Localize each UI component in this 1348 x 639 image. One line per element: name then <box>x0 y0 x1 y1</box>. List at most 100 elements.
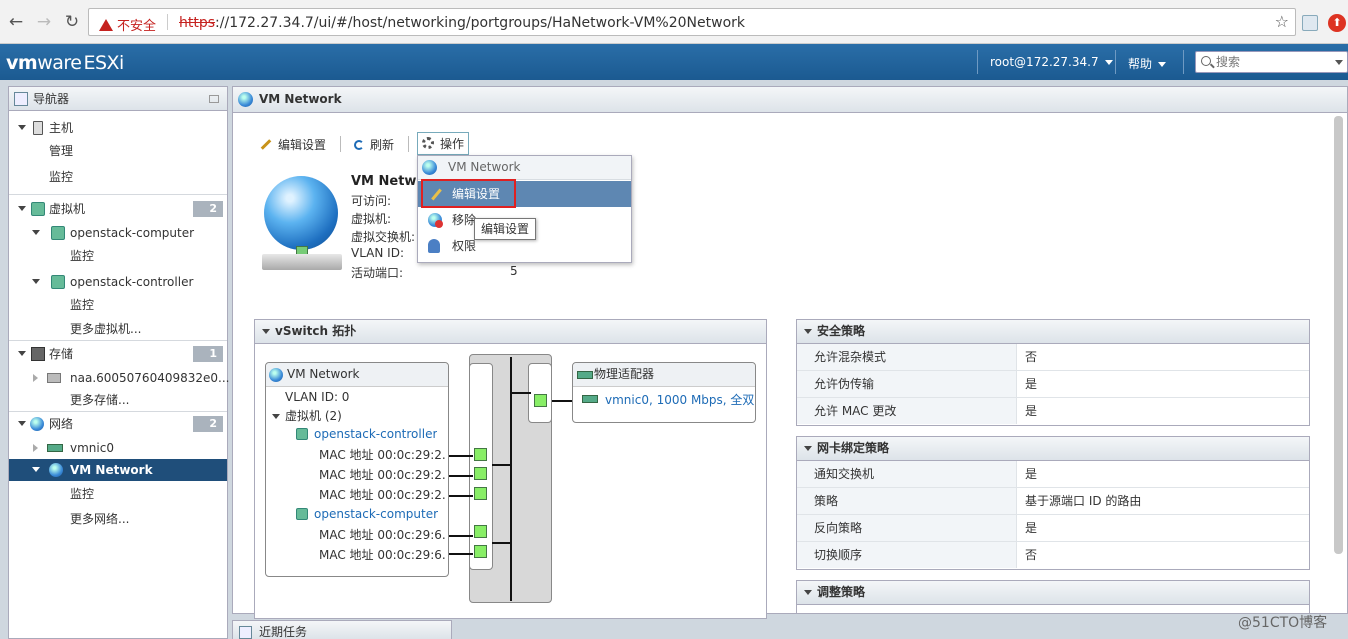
vm-icon <box>31 202 45 216</box>
help-menu[interactable]: 帮助 <box>1128 55 1167 72</box>
nav-vm-openstack-computer[interactable]: openstack-computer <box>9 222 227 244</box>
nav-storage[interactable]: 存储 1 <box>9 343 227 365</box>
chevron-down-icon[interactable] <box>1335 60 1343 65</box>
chevron-down-icon[interactable] <box>804 329 812 334</box>
portgroup-vms-toggle[interactable]: 虚拟机 (2) <box>272 407 342 424</box>
chevron-down-icon[interactable] <box>262 329 270 334</box>
host-icon <box>33 121 43 135</box>
nav-more-networks[interactable]: 更多网络... <box>9 508 227 530</box>
summary-label-accessible: 可访问: <box>351 194 392 208</box>
edit-settings-button[interactable]: 编辑设置 <box>260 136 326 153</box>
chevron-down-icon[interactable] <box>272 414 280 419</box>
nic-icon <box>582 395 598 403</box>
shaping-policy-header[interactable]: 调整策略 <box>797 581 1309 605</box>
nav-vm-network[interactable]: VM Network <box>9 459 227 481</box>
vswitch-topology-header[interactable]: vSwitch 拓扑 <box>255 320 766 344</box>
nic-icon <box>577 371 593 379</box>
network-icon <box>269 368 283 382</box>
policy-row: 通知交换机是 <box>797 461 1309 488</box>
reload-icon[interactable]: ↻ <box>62 12 82 32</box>
count-badge: 1 <box>193 346 223 362</box>
navigator-panel: 导航器 主机 管理 监控 虚拟机 2 openstack-computer 监控 … <box>8 86 229 639</box>
extension-icon[interactable] <box>1302 15 1318 31</box>
chevron-right-icon[interactable] <box>33 444 38 452</box>
port-icon <box>474 545 487 558</box>
tasks-icon <box>239 626 252 639</box>
nav-vms[interactable]: 虚拟机 2 <box>9 198 227 220</box>
summary-value-active-ports: 5 <box>510 264 518 278</box>
nic-icon <box>47 444 63 452</box>
nav-host[interactable]: 主机 <box>9 117 227 139</box>
nav-datastore[interactable]: naa.60050760409832e0... <box>9 367 229 389</box>
policy-row: 允许混杂模式否 <box>797 344 1309 371</box>
vm-icon <box>296 508 308 520</box>
nav-vm-network-monitor[interactable]: 监控 <box>9 483 227 505</box>
shaping-policy-panel: 调整策略 <box>796 580 1310 614</box>
actions-menu: VM Network 编辑设置 移除 权限 <box>417 155 632 263</box>
network-icon <box>238 92 253 107</box>
nav-vm-computer-monitor[interactable]: 监控 <box>9 245 227 267</box>
summary-label-vlan: VLAN ID: <box>351 246 404 260</box>
chevron-down-icon[interactable] <box>18 125 26 130</box>
back-icon[interactable]: ← <box>6 12 26 32</box>
watermark: @51CTO博客 <box>1238 615 1328 631</box>
chevron-down-icon[interactable] <box>32 230 40 235</box>
chevron-down-icon[interactable] <box>804 446 812 451</box>
uplink-port-icon <box>534 394 547 407</box>
summary-label-vms: 虚拟机: <box>351 212 392 226</box>
vm-link-openstack-computer[interactable]: openstack-computer <box>296 506 438 521</box>
extension-upload-icon[interactable]: ⬆ <box>1328 14 1346 32</box>
refresh-button[interactable]: 刷新 <box>354 136 394 153</box>
actions-button[interactable]: 操作 <box>417 132 470 155</box>
security-warning[interactable]: 不安全 <box>99 15 156 34</box>
policy-row: 反向策略是 <box>797 515 1309 542</box>
port-icon <box>474 487 487 500</box>
network-globe-icon <box>264 176 338 250</box>
nav-more-vms[interactable]: 更多虚拟机... <box>9 318 227 340</box>
chevron-down-icon[interactable] <box>18 351 26 356</box>
vm-icon <box>296 428 308 440</box>
nav-host-manage[interactable]: 管理 <box>9 140 227 162</box>
nav-networking[interactable]: 网络 2 <box>9 413 227 435</box>
vm-link-openstack-controller[interactable]: openstack-controller <box>296 426 437 441</box>
mac-address: MAC 地址 00:0c:29:2... <box>319 468 445 482</box>
forward-icon[interactable]: → <box>34 12 54 32</box>
port-icon <box>474 525 487 538</box>
chevron-down-icon[interactable] <box>32 467 40 472</box>
url-text[interactable]: https://172.27.34.7/ui/#/host/networking… <box>179 15 745 31</box>
chevron-down-icon[interactable] <box>18 421 26 426</box>
nav-more-storage[interactable]: 更多存储... <box>9 389 227 411</box>
chevron-down-icon[interactable] <box>18 206 26 211</box>
pencil-icon <box>260 139 272 150</box>
nav-vmnic0[interactable]: vmnic0 <box>9 437 227 459</box>
chevron-right-icon[interactable] <box>33 374 38 382</box>
security-policy-header[interactable]: 安全策略 <box>797 320 1309 344</box>
chevron-down-icon[interactable] <box>32 279 40 284</box>
nav-host-monitor[interactable]: 监控 <box>9 166 227 188</box>
mac-address: MAC 地址 00:0c:29:6... <box>319 548 445 562</box>
actions-menu-header: VM Network <box>418 156 631 180</box>
highlight-box <box>421 179 516 208</box>
network-name: VM Network <box>351 174 417 189</box>
count-badge: 2 <box>193 416 223 432</box>
search-input[interactable]: 搜索 <box>1195 51 1348 73</box>
storage-icon <box>31 347 45 361</box>
scrollbar[interactable] <box>1334 116 1343 554</box>
user-menu[interactable]: root@172.27.34.7 <box>990 55 1113 69</box>
teaming-policy-header[interactable]: 网卡绑定策略 <box>797 437 1309 461</box>
search-icon <box>1201 56 1211 66</box>
policy-row: 策略 基于源端口 ID 的路由 <box>797 488 1309 515</box>
bookmark-star-icon[interactable]: ☆ <box>1275 12 1289 31</box>
nav-vm-openstack-controller[interactable]: openstack-controller <box>9 271 227 293</box>
minimize-icon[interactable] <box>209 95 219 103</box>
adapter-link-vmnic0[interactable]: vmnic0, 1000 Mbps, 全双工 <box>605 391 755 408</box>
policy-row: 允许伪传输是 <box>797 371 1309 398</box>
address-bar[interactable]: 不安全 https://172.27.34.7/ui/#/host/networ… <box>88 8 1296 36</box>
recent-tasks-tab[interactable]: 近期任务 <box>232 620 452 639</box>
portgroup-vlan: VLAN ID: 0 <box>285 390 350 404</box>
policy-row: 切换顺序否 <box>797 542 1309 569</box>
navigator-header: 导航器 <box>9 87 227 111</box>
chevron-down-icon[interactable] <box>804 590 812 595</box>
nav-vm-controller-monitor[interactable]: 监控 <box>9 294 227 316</box>
vm-icon <box>51 275 65 289</box>
